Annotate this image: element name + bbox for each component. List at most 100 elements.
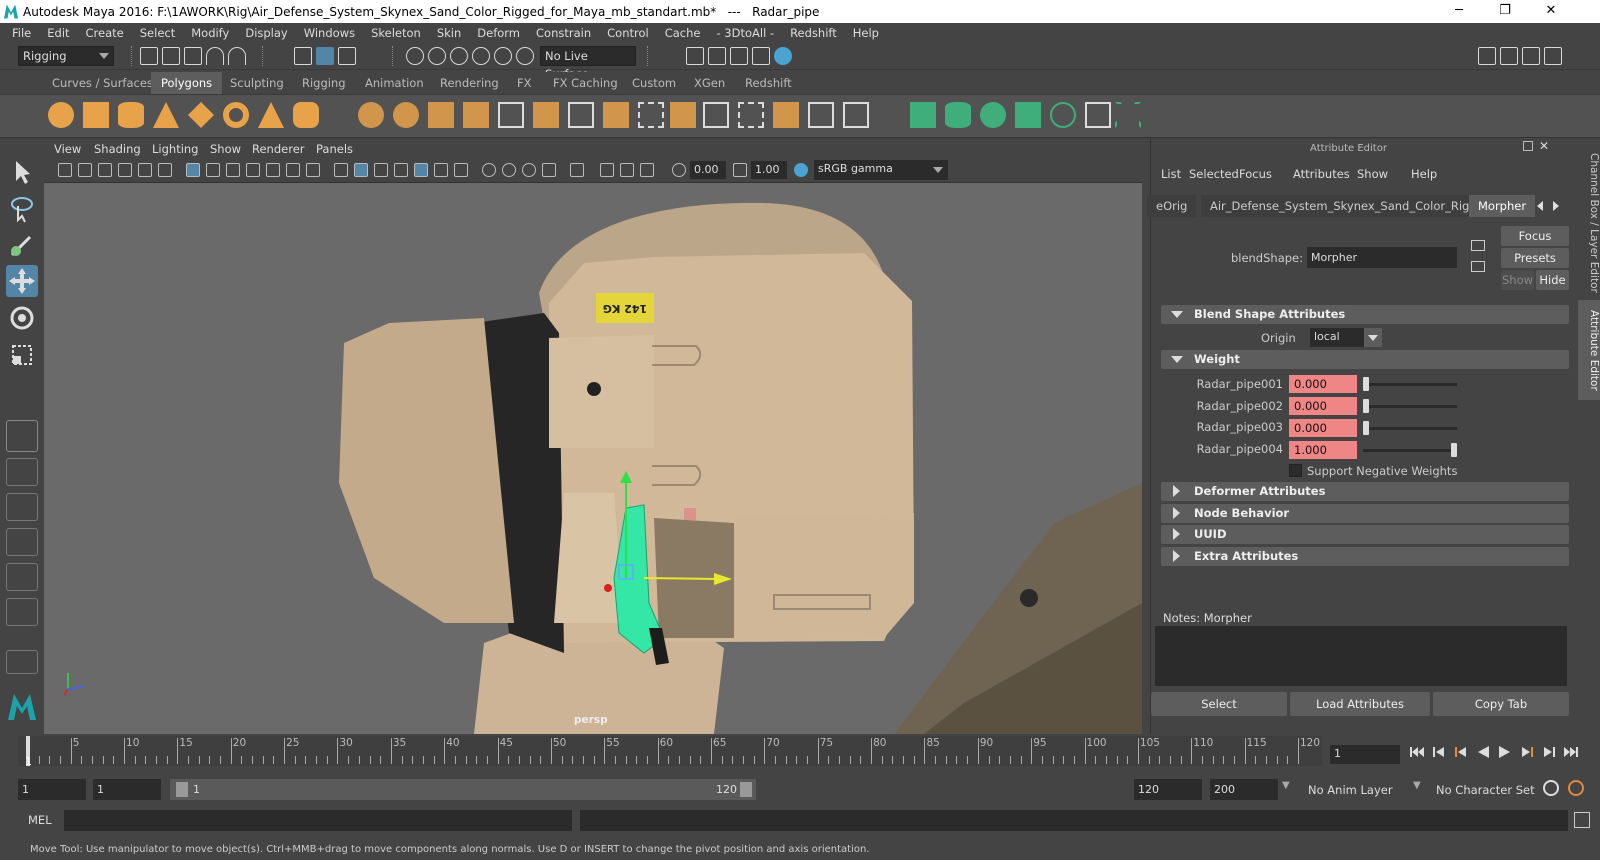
save-scene-icon[interactable] [184, 47, 202, 65]
bool-icon[interactable] [603, 102, 629, 128]
ae-menu-attributes[interactable]: Attributes [1293, 167, 1350, 181]
exposure-icon[interactable] [672, 163, 686, 177]
shelf-tab-animation[interactable]: Animation [355, 72, 434, 94]
ae-tab-orig[interactable]: eOrig [1147, 195, 1197, 217]
insert-loop-icon[interactable] [703, 102, 729, 128]
two-d-pan-icon[interactable] [138, 163, 152, 177]
use-all-lights-icon[interactable] [434, 163, 448, 177]
shelf-tab-curves[interactable]: Curves / Surfaces [42, 72, 163, 94]
menu-set-dropdown[interactable]: Rigging [18, 46, 114, 66]
output-connections-icon[interactable] [1471, 261, 1485, 272]
time-ruler[interactable]: 5 10 15 20 25 30 35 40 45 50 55 60 65 70 75 80 85 90 95 100… [18, 736, 1322, 766]
weight-slider-radar-pipe002[interactable] [1363, 405, 1457, 408]
menu-3dtoall[interactable]: - 3DtoAll - [708, 26, 782, 40]
poly-cylinder-icon[interactable] [118, 102, 144, 128]
snap-plane-icon[interactable] [494, 47, 512, 65]
field-chart-icon[interactable] [266, 163, 280, 177]
wireframe-icon[interactable] [334, 163, 348, 177]
go-to-end-icon[interactable] [1564, 745, 1578, 759]
slider-handle[interactable] [1363, 399, 1369, 413]
menu-edit[interactable]: Edit [39, 26, 77, 40]
lasso-tool-icon[interactable] [6, 192, 38, 224]
default-material-icon[interactable] [374, 163, 388, 177]
menu-select[interactable]: Select [132, 26, 183, 40]
xray-components-icon[interactable] [640, 163, 654, 177]
image-plane-icon[interactable] [118, 163, 132, 177]
slider-handle[interactable] [1451, 443, 1457, 457]
resolution-gate-icon[interactable] [226, 163, 240, 177]
shelf-tab-redshift[interactable]: Redshift [735, 72, 802, 94]
section-blend-shape-attributes[interactable]: Blend Shape Attributes [1161, 305, 1569, 324]
section-uuid[interactable]: UUID [1161, 525, 1569, 544]
menu-skin[interactable]: Skin [429, 26, 469, 40]
shelf-tab-rigging[interactable]: Rigging [292, 72, 356, 94]
gate-mask-icon[interactable] [246, 163, 260, 177]
graph-layout-icon[interactable] [6, 528, 38, 556]
view-transform-dropdown[interactable]: sRGB gamma [814, 160, 948, 180]
planar-uv-icon[interactable] [910, 102, 936, 128]
ae-menu-focus[interactable]: Focus [1239, 167, 1272, 181]
support-negative-weights-checkbox[interactable] [1289, 464, 1302, 477]
workspace-icon[interactable] [1478, 47, 1496, 65]
menu-constrain[interactable]: Constrain [528, 26, 599, 40]
range-end-handle[interactable] [740, 782, 752, 797]
make-live-icon[interactable] [516, 47, 534, 65]
notes-textarea[interactable] [1155, 626, 1567, 686]
weight-value-radar-pipe003[interactable]: 0.000 [1289, 419, 1357, 437]
maximize-button[interactable]: ❐ [1482, 0, 1528, 23]
snap-curve-icon[interactable] [428, 47, 446, 65]
select-tool-icon[interactable] [6, 155, 38, 187]
character-set-dropdown[interactable]: No Character Set [1436, 783, 1535, 797]
ae-menu-show[interactable]: Show [1357, 167, 1388, 181]
menu-skeleton[interactable]: Skeleton [363, 26, 429, 40]
weight-value-radar-pipe004[interactable]: 1.000 [1289, 441, 1357, 459]
paint-select-tool-icon[interactable] [6, 229, 38, 261]
range-slider-bar[interactable] [170, 779, 756, 800]
select-objects-icon[interactable] [316, 47, 334, 65]
weight-slider-radar-pipe004[interactable] [1363, 449, 1457, 452]
blendshape-name-field[interactable]: Morpher [1307, 247, 1457, 268]
menu-control[interactable]: Control [599, 26, 657, 40]
section-extra-attributes[interactable]: Extra Attributes [1161, 547, 1569, 566]
snap-grid-icon[interactable] [406, 47, 424, 65]
menu-modify[interactable]: Modify [183, 26, 237, 40]
step-back-key-icon[interactable] [1432, 745, 1446, 759]
go-to-start-icon[interactable] [1410, 745, 1424, 759]
mirror-icon[interactable] [428, 102, 454, 128]
weight-value-radar-pipe001[interactable]: 0.000 [1289, 375, 1357, 393]
weight-slider-radar-pipe001[interactable] [1363, 383, 1457, 386]
xray-joints-icon[interactable] [620, 163, 634, 177]
combine-icon[interactable] [358, 102, 384, 128]
smooth-shade-icon[interactable] [354, 163, 368, 177]
menu-redshift[interactable]: Redshift [782, 26, 845, 40]
menu-deform[interactable]: Deform [469, 26, 528, 40]
move-tool-icon[interactable] [6, 265, 38, 297]
target-weld-icon[interactable] [773, 102, 799, 128]
undo-icon[interactable] [206, 47, 224, 65]
ae-menu-list[interactable]: List [1161, 167, 1181, 181]
auto-uv-icon[interactable] [1015, 102, 1041, 128]
spherical-uv-icon[interactable] [980, 102, 1006, 128]
minimize-button[interactable]: ─ [1436, 0, 1482, 23]
snap-point-icon[interactable] [450, 47, 468, 65]
ambient-occlusion-icon[interactable] [482, 163, 496, 177]
smooth-icon[interactable] [463, 102, 489, 128]
camera-lock-icon[interactable] [78, 163, 92, 177]
grease-pencil-icon[interactable] [158, 163, 172, 177]
shadows-icon[interactable] [454, 163, 468, 177]
close-panel-icon[interactable]: ✕ [1539, 139, 1549, 153]
more-layouts-icon[interactable] [6, 650, 38, 674]
layout-icon[interactable] [1500, 47, 1518, 65]
ae-menu-selected[interactable]: Selected [1189, 167, 1239, 181]
current-frame-field[interactable]: 1 [1330, 745, 1400, 764]
step-forward-key-icon[interactable] [1542, 745, 1556, 759]
select-button[interactable]: Select [1151, 692, 1287, 716]
vp-menu-view[interactable]: View [54, 142, 81, 156]
unfold-uv-icon[interactable] [1050, 102, 1076, 128]
channel-box-side-tab[interactable]: Channel Box / Layer Editor [1578, 150, 1600, 295]
outliner-layout-icon[interactable] [6, 493, 38, 521]
poly-pipe-icon[interactable] [293, 102, 319, 128]
ae-tab-morpher[interactable]: Morpher [1469, 195, 1536, 217]
append-icon[interactable] [638, 102, 664, 128]
shelf-tab-rendering[interactable]: Rendering [430, 72, 509, 94]
